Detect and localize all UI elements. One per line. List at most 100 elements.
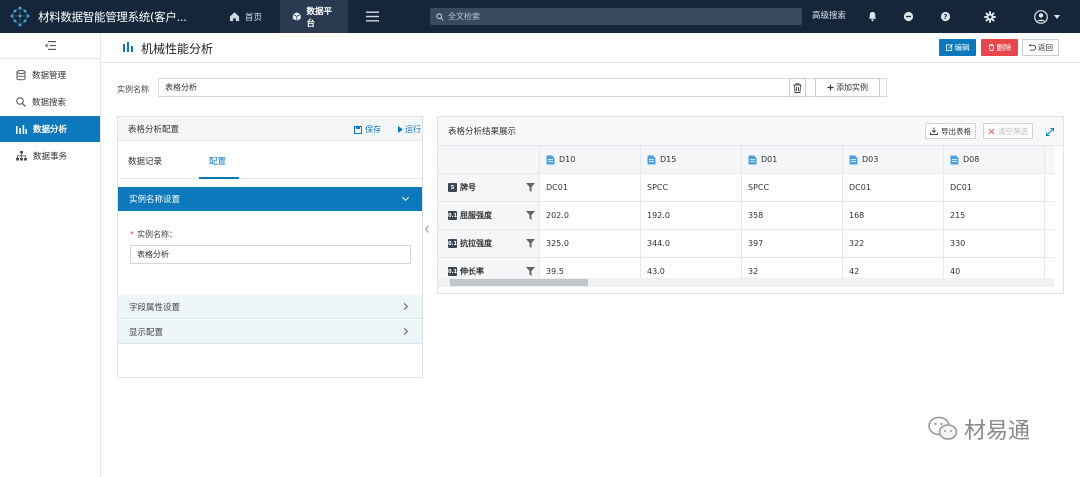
help-button[interactable]: ?: [937, 8, 954, 25]
section-instance-name-label: 实例名称设置: [129, 195, 181, 205]
column-header-d15[interactable]: D15: [641, 146, 742, 174]
tab-data-records[interactable]: 数据记录: [128, 155, 162, 167]
database-icon: [16, 69, 26, 80]
search-placeholder: 全文检索: [448, 12, 480, 21]
watermark-text: 材易通: [964, 419, 1031, 444]
advanced-search-link[interactable]: 高级搜索: [812, 0, 846, 33]
row-header-tensile-strength[interactable]: 0.1 抗拉强度: [438, 230, 540, 258]
delete-label: 删除: [996, 43, 1012, 52]
filter-icon[interactable]: [526, 267, 535, 276]
user-menu[interactable]: [1030, 8, 1064, 25]
add-instance-button[interactable]: 添加实例: [815, 78, 880, 97]
run-button[interactable]: 运行: [398, 124, 421, 135]
plus-icon: [827, 84, 834, 91]
panel-splitter-handle[interactable]: [425, 225, 429, 233]
column-header-d03[interactable]: D03: [843, 146, 944, 174]
table-cell[interactable]: 202.0: [540, 202, 641, 230]
filter-icon[interactable]: [526, 239, 535, 248]
bar-chart-icon: [16, 124, 27, 134]
instance-select-value: 表格分析: [165, 83, 197, 92]
save-button[interactable]: 保存: [354, 124, 381, 135]
menu-toggle[interactable]: [352, 0, 392, 33]
sidebar-item-data-analysis[interactable]: 数据分析: [0, 116, 100, 142]
row-header-yield-strength[interactable]: 0.1 屈服强度: [438, 202, 540, 230]
delete-button[interactable]: 删除: [981, 39, 1018, 56]
table-cell[interactable]: 215: [944, 202, 1045, 230]
sidebar-item-data-management[interactable]: 数据管理: [0, 62, 100, 88]
edit-icon: [945, 44, 953, 51]
settings-button[interactable]: [981, 8, 998, 25]
logo-icon: [10, 6, 30, 26]
sidebar-item-label: 数据管理: [32, 71, 67, 81]
document-icon: [546, 155, 555, 164]
nav-data-platform-label: 数据平台: [306, 6, 333, 29]
document-icon: [950, 155, 959, 164]
table-cell[interactable]: SPCC: [742, 174, 843, 202]
search-icon: [16, 97, 26, 107]
instance-select[interactable]: 表格分析: [158, 78, 887, 97]
sidebar-item-data-search[interactable]: 数据搜索: [0, 89, 100, 115]
table-cell[interactable]: 330: [944, 230, 1045, 258]
nav-home[interactable]: 首页: [217, 0, 274, 33]
result-table: D10 D15 D01 D03 D08 S 牌号 DC01 SPCC SPCC …: [438, 146, 1054, 287]
filter-icon[interactable]: [526, 211, 535, 220]
column-header-d10[interactable]: D10: [540, 146, 641, 174]
column-header-label: D10: [559, 155, 576, 164]
delete-instance-button[interactable]: [789, 78, 806, 97]
filter-icon[interactable]: [526, 183, 535, 192]
expand-icon[interactable]: [1046, 128, 1054, 136]
back-label: 返回: [1038, 43, 1053, 52]
message-button[interactable]: [900, 8, 917, 25]
section-instance-name[interactable]: 实例名称设置: [118, 187, 422, 211]
notification-button[interactable]: [864, 8, 881, 25]
clear-filter-button[interactable]: 清空筛选: [983, 123, 1033, 139]
horizontal-scrollbar[interactable]: [438, 278, 1054, 287]
close-icon: [988, 128, 995, 134]
org-chart-icon: [16, 151, 27, 161]
page-header: 机械性能分析 编辑 删除 返回: [101, 33, 1080, 63]
collapse-menu-icon: [44, 41, 56, 50]
tab-config[interactable]: 配置: [209, 155, 226, 167]
table-cell[interactable]: 358: [742, 202, 843, 230]
column-header-d08[interactable]: D08: [944, 146, 1045, 174]
table-cell[interactable]: DC01: [540, 174, 641, 202]
result-panel-header: 表格分析结果展示 导出表格 清空筛选: [438, 117, 1063, 146]
app-logo[interactable]: 材料数据智能管理系统(客户...: [8, 0, 213, 33]
download-icon: [930, 127, 938, 135]
sidebar-item-label: 数据搜索: [32, 98, 67, 108]
global-search-input[interactable]: 全文检索: [430, 8, 802, 25]
result-panel-title: 表格分析结果展示: [448, 127, 517, 137]
sidebar-item-data-affairs[interactable]: 数据事务: [0, 143, 100, 169]
column-header-d01[interactable]: D01: [742, 146, 843, 174]
column-header-label: D03: [862, 155, 879, 164]
table-cell[interactable]: 344.0: [641, 230, 742, 258]
instance-name-input-value: 表格分析: [137, 250, 169, 259]
section-display-config[interactable]: 显示配置: [118, 320, 422, 344]
nav-data-platform[interactable]: 数据平台: [280, 0, 348, 33]
table-cell[interactable]: 325.0: [540, 230, 641, 258]
section-field-attributes[interactable]: 字段属性设置: [118, 295, 422, 319]
export-table-button[interactable]: 导出表格: [925, 123, 976, 139]
table-cell[interactable]: SPCC: [641, 174, 742, 202]
back-button[interactable]: 返回: [1022, 39, 1059, 56]
section-display-config-label: 显示配置: [129, 327, 164, 338]
edit-button[interactable]: 编辑: [939, 39, 976, 56]
document-icon: [647, 155, 656, 164]
sidebar-collapse-button[interactable]: [0, 33, 100, 59]
string-type-badge: S: [448, 183, 457, 192]
table-cell[interactable]: 397: [742, 230, 843, 258]
nav-home-label: 首页: [245, 12, 263, 23]
table-cell[interactable]: 192.0: [641, 202, 742, 230]
instance-name-input[interactable]: 表格分析: [130, 245, 411, 264]
table-cell[interactable]: DC01: [944, 174, 1045, 202]
table-cell[interactable]: 168: [843, 202, 944, 230]
cube-icon: [292, 12, 301, 21]
column-header-label: D15: [660, 155, 677, 164]
table-cell[interactable]: DC01: [843, 174, 944, 202]
table-cell[interactable]: 322: [843, 230, 944, 258]
required-mark: *: [130, 230, 134, 239]
scrollbar-thumb[interactable]: [450, 279, 588, 286]
config-panel-header: 表格分析配置 保存 运行: [118, 117, 422, 141]
column-header-label: D08: [963, 155, 980, 164]
row-header-grade[interactable]: S 牌号: [438, 174, 540, 202]
